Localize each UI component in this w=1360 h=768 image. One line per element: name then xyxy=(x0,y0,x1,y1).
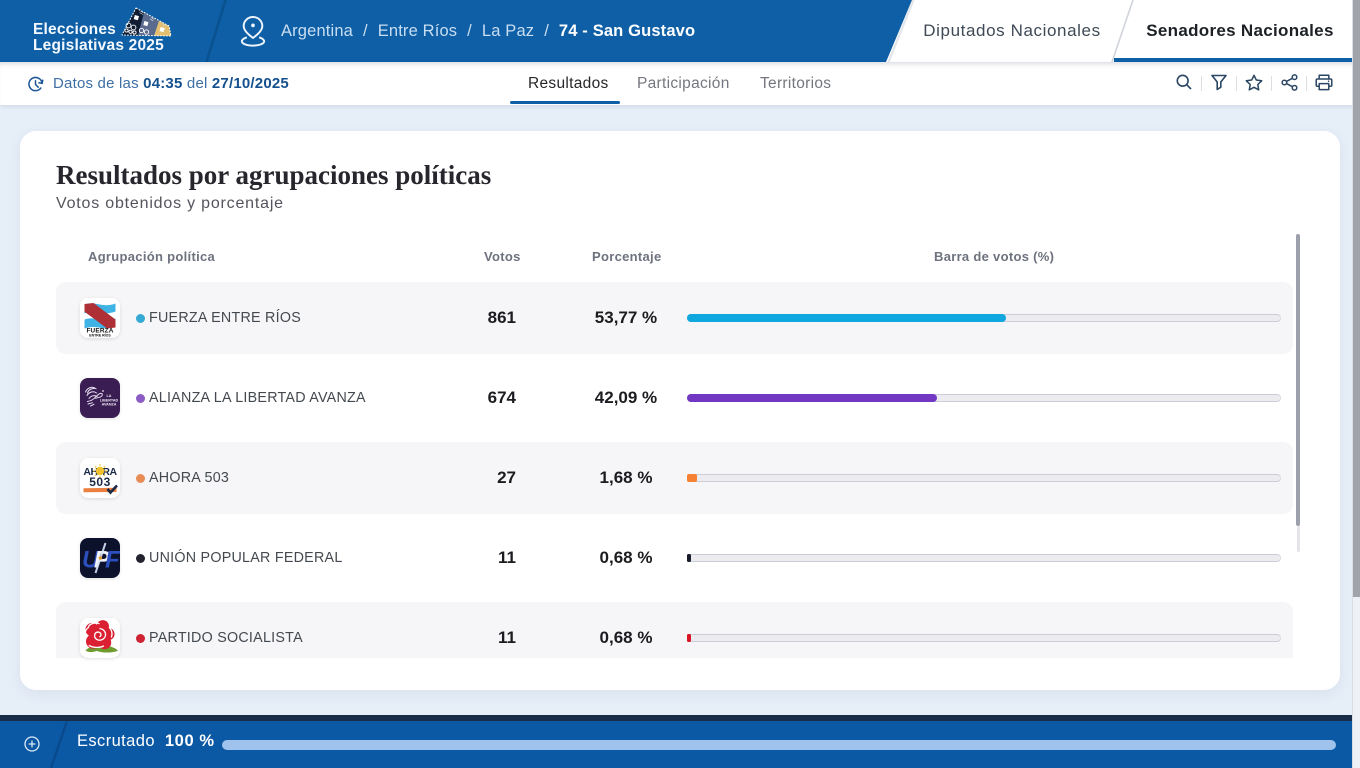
svg-text:503: 503 xyxy=(89,475,111,489)
svg-text:ENTRE RÍOS: ENTRE RÍOS xyxy=(89,333,111,338)
svg-text:AVANZA: AVANZA xyxy=(102,403,117,407)
svg-text:F: F xyxy=(105,547,120,574)
